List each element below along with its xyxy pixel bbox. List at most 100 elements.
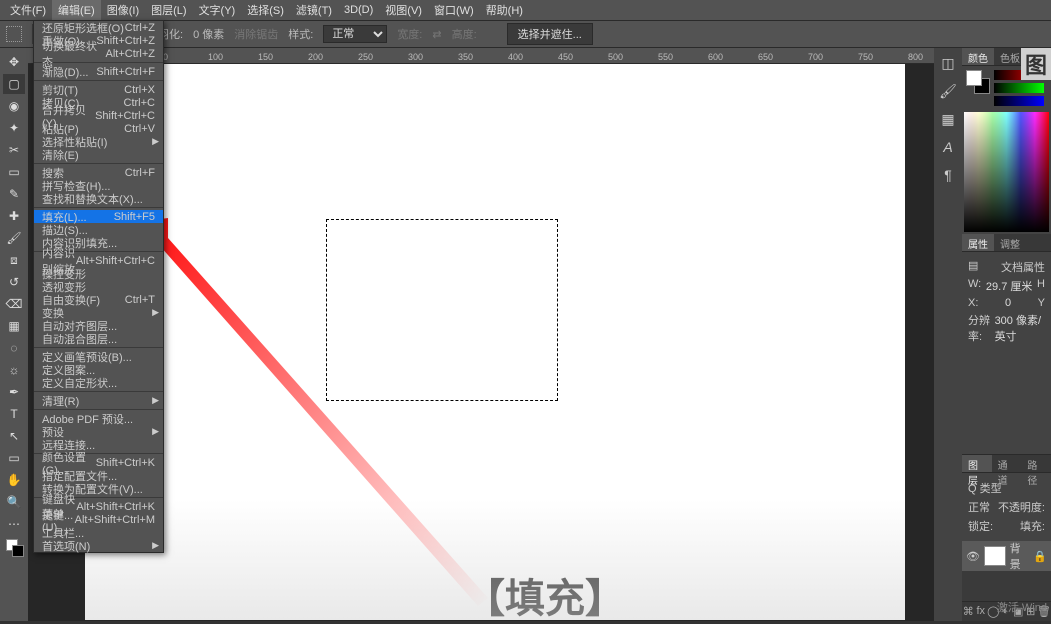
stamp-tool-icon[interactable]: ⧈ [3,250,25,270]
menu-item: 自动混合图层... [34,332,163,345]
menu-image[interactable]: 图像(I) [101,0,145,20]
prop-h-label: H [1037,278,1045,294]
paragraph-panel-icon[interactable]: ¶ [939,166,957,184]
submenu-arrow-icon: ▶ [152,395,159,406]
tab-adjustments[interactable]: 调整 [994,234,1026,251]
prop-w-value[interactable]: 29.7 厘米 [986,278,1032,294]
menu-window[interactable]: 窗口(W) [428,0,480,20]
history-brush-icon[interactable]: ↺ [3,272,25,292]
fgbg-swatch-icon[interactable] [3,536,25,562]
heal-tool-icon[interactable]: ✚ [3,206,25,226]
slider-g[interactable] [994,83,1044,93]
feather-value[interactable]: 0 像素 [193,26,224,42]
eraser-tool-icon[interactable]: ⌫ [3,294,25,314]
hand-tool-icon[interactable]: ✋ [3,470,25,490]
swap-icon[interactable]: ⇄ [432,28,441,41]
menu-file[interactable]: 文件(F) [4,0,52,20]
menu-view[interactable]: 视图(V) [379,0,428,20]
prop-x-label: X: [968,297,978,309]
menu-item[interactable]: 切换最终状态Alt+Ctrl+Z [34,47,163,60]
menu-type[interactable]: 文字(Y) [193,0,242,20]
canvas-area[interactable]: 【填充】 [28,64,962,621]
pen-tool-icon[interactable]: ✒ [3,382,25,402]
wand-tool-icon[interactable]: ✦ [3,118,25,138]
color-picker[interactable] [964,112,1049,232]
history-panel-icon[interactable]: ◫ [939,54,957,72]
crop-tool-icon[interactable]: ✂ [3,140,25,160]
tab-layers[interactable]: 图层 [962,455,992,472]
menu-item-shortcut: Shift+Ctrl+C [95,110,155,122]
menu-help[interactable]: 帮助(H) [480,0,529,20]
menu-item-shortcut: Alt+Shift+Ctrl+K [76,501,155,513]
zoom-tool-icon[interactable]: 🔍 [3,492,25,512]
ruler-tick: 600 [708,52,723,62]
tab-properties[interactable]: 属性 [962,234,994,251]
lasso-tool-icon[interactable]: ◉ [3,96,25,116]
menu-layer[interactable]: 图层(L) [145,0,192,20]
lock-icon: 🔒 [1033,550,1047,563]
submenu-arrow-icon: ▶ [152,540,159,551]
link-layers-icon[interactable]: ⌘ [962,605,975,619]
menu-item-shortcut: Shift+F5 [114,211,155,223]
move-tool-icon[interactable]: ✥ [3,52,25,72]
fx-icon[interactable]: fx [975,605,988,619]
antialias-label: 消除锯齿 [234,26,278,42]
blend-mode[interactable]: 正常 [968,499,990,515]
menu-item[interactable]: 清除(E) [34,148,163,161]
tool-preset-icon[interactable] [6,26,22,42]
visibility-icon[interactable]: 👁 [966,550,980,563]
ruler-tick: 300 [408,52,423,62]
tab-paths[interactable]: 路径 [1021,455,1051,472]
menu-3d[interactable]: 3D(D) [338,2,379,18]
brushes-panel-icon[interactable]: 🖌 [939,82,957,100]
marquee-selection[interactable] [326,219,558,401]
toolbox: ✥ ▢ ◉ ✦ ✂ ▭ ✎ ✚ 🖌 ⧈ ↺ ⌫ ▦ ◌ ☼ ✒ T ↖ ▭ ✋ … [0,48,28,621]
path-tool-icon[interactable]: ↖ [3,426,25,446]
dodge-tool-icon[interactable]: ☼ [3,360,25,380]
menu-edit[interactable]: 编辑(E) [52,0,101,20]
annotation-text: 【填充】 [465,566,625,624]
slider-b[interactable] [994,96,1044,106]
menu-item[interactable]: 清理(R)▶ [34,394,163,407]
select-and-mask-button[interactable]: 选择并遮住... [507,23,593,45]
tab-channels[interactable]: 通道 [992,455,1022,472]
char-panel-icon[interactable]: A [939,138,957,156]
menu-filter[interactable]: 滤镜(T) [290,0,338,20]
menu-item-label: 定义自定形状... [42,375,117,391]
menu-item[interactable]: 查找和替换文本(X)... [34,192,163,205]
blur-tool-icon[interactable]: ◌ [3,338,25,358]
swatches-panel-icon[interactable]: ▦ [939,110,957,128]
more-tools-icon[interactable]: ⋯ [3,514,25,534]
submenu-arrow-icon: ▶ [152,426,159,437]
ruler-tick: 700 [808,52,823,62]
brush-tool-icon[interactable]: 🖌 [3,228,25,248]
menu-item-shortcut: Shift+Ctrl+F [96,66,155,78]
menu-item-shortcut: Ctrl+V [124,123,155,135]
submenu-arrow-icon: ▶ [152,136,159,147]
prop-x-value[interactable]: 0 [1005,297,1011,309]
menu-select[interactable]: 选择(S) [241,0,290,20]
menubar: 文件(F) 编辑(E) 图像(I) 图层(L) 文字(Y) 选择(S) 滤镜(T… [0,0,1051,20]
eyedropper-tool-icon[interactable]: ✎ [3,184,25,204]
style-select[interactable]: 正常 [323,25,387,43]
type-tool-icon[interactable]: T [3,404,25,424]
layer-row-background[interactable]: 👁 背景 🔒 [962,541,1051,571]
document-canvas[interactable]: 【填充】 [85,64,905,620]
style-label: 样式: [288,26,313,42]
right-panels: 颜色 色板 属性 调整 ▤文档属性 W:29.7 厘米H X:0Y 分辨率:30… [962,48,1051,621]
marquee-tool-icon[interactable]: ▢ [3,74,25,94]
doc-icon: ▤ [968,259,978,275]
prop-res-value[interactable]: 300 像素/英寸 [995,312,1045,344]
ruler-tick: 200 [308,52,323,62]
layer-thumbnail[interactable] [984,546,1006,566]
menu-item[interactable]: 首选项(N)▶ [34,539,163,552]
shape-tool-icon[interactable]: ▭ [3,448,25,468]
menu-item: 渐隐(D)...Shift+Ctrl+F [34,65,163,78]
tab-color[interactable]: 颜色 [962,48,994,65]
gradient-tool-icon[interactable]: ▦ [3,316,25,336]
layer-filter-label[interactable]: Q 类型 [968,480,1002,496]
layer-name[interactable]: 背景 [1010,540,1030,572]
lock-label: 锁定: [968,518,993,534]
ruler-tick: 500 [608,52,623,62]
frame-tool-icon[interactable]: ▭ [3,162,25,182]
